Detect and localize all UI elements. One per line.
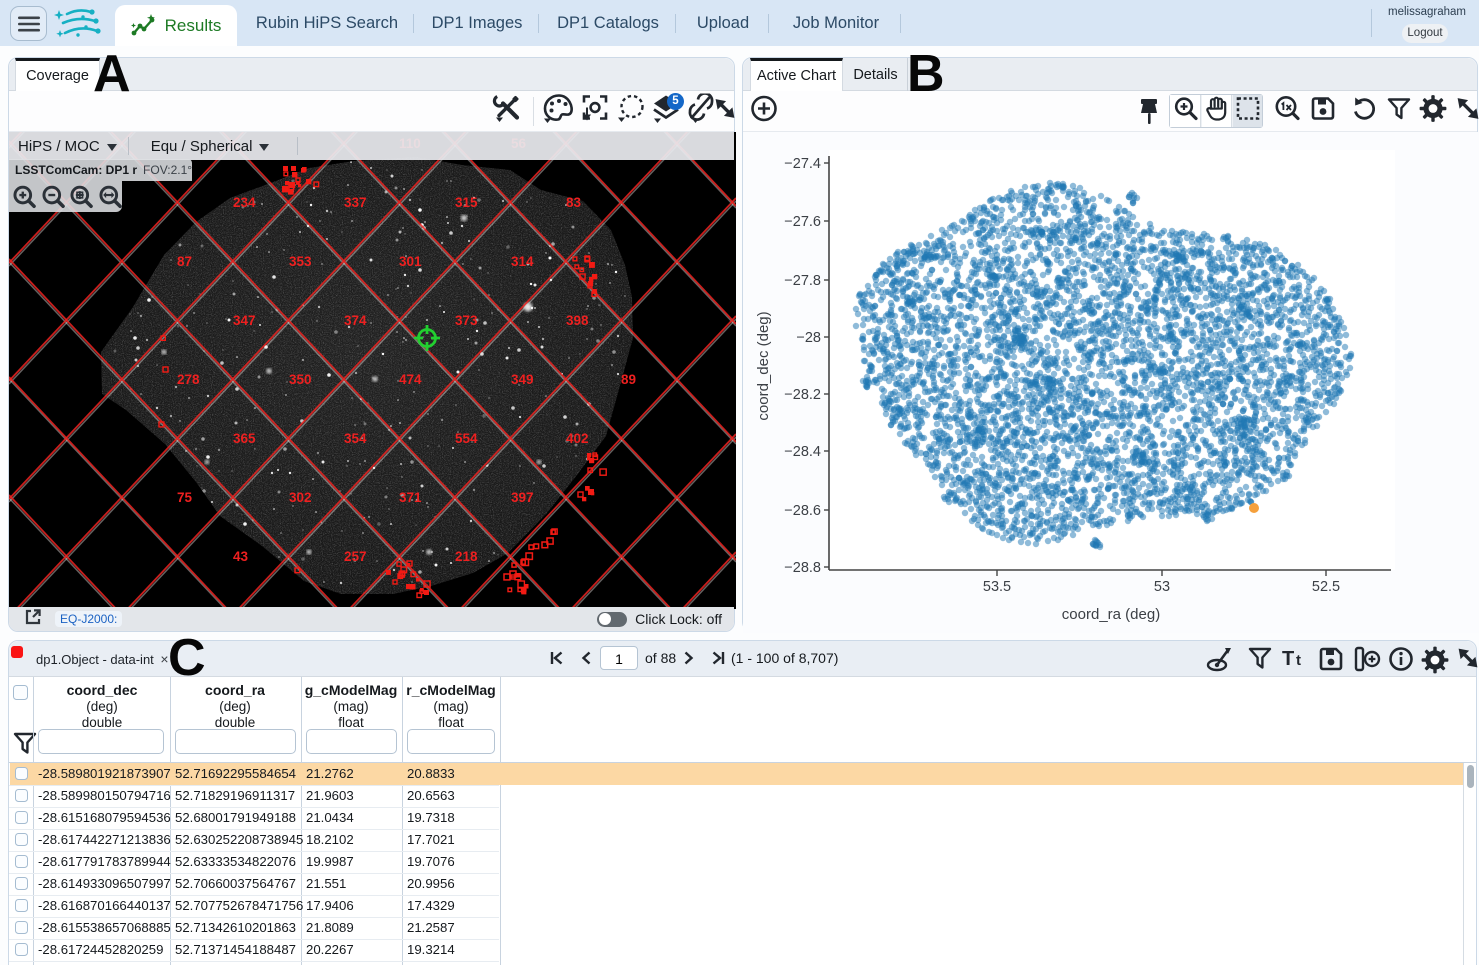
svg-text:347: 347 [233, 313, 256, 328]
svg-text:349: 349 [511, 372, 534, 387]
svg-text:354: 354 [344, 431, 367, 446]
svg-text:87: 87 [177, 254, 192, 269]
svg-text:337: 337 [344, 195, 367, 210]
svg-text:278: 278 [177, 372, 200, 387]
svg-text:398: 398 [566, 313, 589, 328]
svg-text:365: 365 [233, 431, 256, 446]
svg-text:397: 397 [511, 490, 534, 505]
svg-text:257: 257 [344, 549, 367, 564]
svg-text:474: 474 [399, 372, 422, 387]
svg-text:402: 402 [566, 431, 589, 446]
svg-text:373: 373 [455, 313, 478, 328]
svg-text:374: 374 [344, 313, 367, 328]
svg-text:83: 83 [566, 195, 582, 210]
svg-text:350: 350 [289, 372, 312, 387]
svg-text:89: 89 [621, 372, 636, 387]
svg-text:75: 75 [177, 490, 193, 505]
svg-text:371: 371 [399, 490, 422, 505]
svg-text:554: 554 [455, 431, 478, 446]
svg-text:43: 43 [233, 549, 249, 564]
svg-text:234: 234 [233, 195, 256, 210]
svg-text:302: 302 [289, 490, 312, 505]
svg-text:218: 218 [455, 549, 478, 564]
svg-text:353: 353 [289, 254, 312, 269]
svg-text:301: 301 [399, 254, 422, 269]
svg-text:314: 314 [511, 254, 534, 269]
svg-text:315: 315 [455, 195, 478, 210]
